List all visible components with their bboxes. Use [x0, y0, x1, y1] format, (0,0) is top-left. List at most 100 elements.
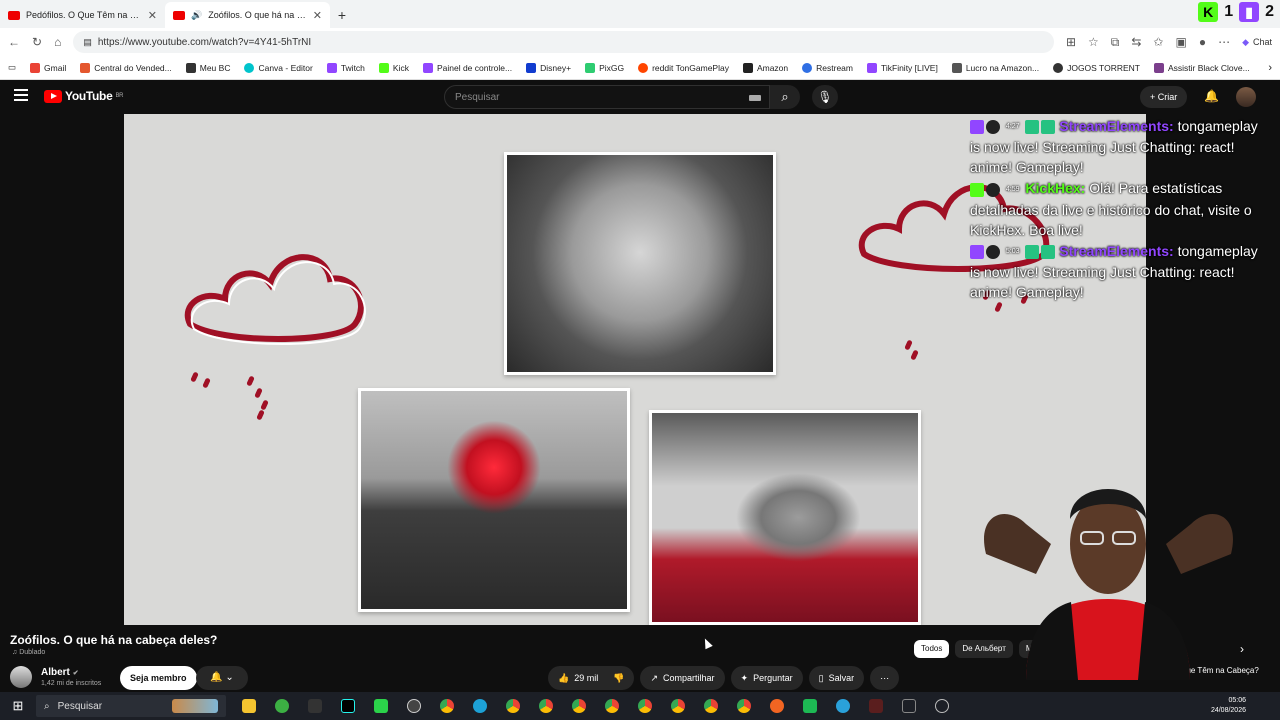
split-screen-icon[interactable]: ⇆ [1131, 35, 1141, 49]
more-icon[interactable]: ⋯ [1218, 35, 1230, 49]
youtube-logo[interactable]: YouTube BR [44, 89, 123, 103]
create-button[interactable]: + Criar [1140, 86, 1188, 108]
bookmark-canva[interactable]: Canva - Editor [244, 62, 313, 73]
bookmark-black-clover[interactable]: Assistir Black Clove... [1153, 62, 1250, 73]
bookmarks-menu-icon[interactable]: ▭ [8, 62, 16, 73]
edge-icon[interactable] [469, 697, 491, 715]
bookmark-meu-bc[interactable]: Meu BC [185, 62, 230, 73]
save-button[interactable]: ▯ Salvar [808, 666, 865, 690]
app-game-icon[interactable] [865, 697, 887, 715]
verified-icon: ✔ [72, 670, 79, 677]
avatar[interactable] [1236, 87, 1256, 107]
profile-icon[interactable]: ● [1199, 35, 1206, 49]
channel-avatar[interactable] [10, 666, 32, 688]
chrome-icon[interactable] [700, 697, 722, 715]
bookmark-pixgg[interactable]: PixGG [585, 62, 624, 73]
url-field[interactable]: ▤ https://www.youtube.com/watch?v=4Y41-5… [73, 31, 1054, 53]
tab-title: Pedófilos. O Que Têm na Cabeça? [26, 10, 142, 20]
back-icon[interactable]: ← [8, 35, 20, 49]
app-green-icon[interactable] [271, 697, 293, 715]
raindrop [256, 409, 265, 421]
bookmark-gmail[interactable]: Gmail [30, 62, 66, 73]
browser-tab-2[interactable]: 🔊 Zoófilos. O que há na cabeça ✕ [165, 2, 330, 28]
tiktok-icon[interactable] [337, 697, 359, 715]
bookmark-reddit[interactable]: reddit TonGamePlay [638, 62, 729, 73]
close-icon[interactable]: ✕ [313, 9, 322, 22]
close-icon[interactable]: ✕ [148, 9, 157, 22]
share-button[interactable]: ↗ Compartilhar [640, 666, 725, 690]
kick-icon[interactable]: K [1198, 2, 1219, 22]
chip-all[interactable]: Todos [914, 640, 950, 658]
bookmark-label: Canva - Editor [258, 62, 313, 73]
extensions-icon[interactable]: ⧉ [1111, 35, 1120, 50]
bookmark-label: reddit TonGamePlay [652, 62, 729, 73]
app-play-icon[interactable] [370, 697, 392, 715]
bookmark-amazon[interactable]: Amazon [742, 62, 788, 73]
home-icon[interactable]: ⌂ [54, 35, 61, 49]
chrome-icon[interactable] [733, 697, 755, 715]
favorite-star-icon[interactable]: ☆ [1088, 35, 1099, 49]
bookmark-restream[interactable]: Restream [802, 62, 853, 73]
copilot-chat-button[interactable]: ◆ Chat [1242, 37, 1272, 48]
chrome-icon[interactable] [634, 697, 656, 715]
kitten-litterbox-photo [649, 410, 921, 625]
bookmark-central-vendedor[interactable]: Central do Vended... [80, 62, 172, 73]
bookmark-label: Restream [816, 62, 853, 73]
app-teal-icon[interactable] [799, 697, 821, 715]
taskbar-search[interactable]: ⌕ Pesquisar [36, 695, 226, 717]
bookmark-kick[interactable]: Kick [378, 62, 409, 73]
system-clock[interactable]: 05:06 24/08/2026 [1211, 696, 1246, 716]
favorites-icon[interactable]: ✩ [1153, 35, 1163, 49]
bookmark-disney[interactable]: Disney+ [526, 62, 571, 73]
app-logo-icon[interactable] [931, 697, 953, 715]
twitch-icon[interactable]: ▮ [1239, 2, 1260, 22]
subscription-bell-button[interactable]: 🔔 ⌄ [196, 666, 248, 690]
telegram-icon[interactable] [832, 697, 854, 715]
chrome-icon[interactable] [601, 697, 623, 715]
red-cloud-drawing [184, 254, 366, 345]
chrome-icon[interactable] [568, 697, 590, 715]
chrome-icon[interactable] [436, 697, 458, 715]
ask-button[interactable]: ✦ Perguntar [730, 666, 803, 690]
app-pen-icon[interactable] [898, 697, 920, 715]
raindrop [246, 375, 255, 387]
channel-name[interactable]: Albert ✔ [41, 667, 79, 678]
apps-icon[interactable]: ⊞ [1066, 35, 1076, 49]
notifications-bell-icon[interactable]: 🔔 [1204, 89, 1219, 103]
chrome-icon[interactable] [535, 697, 557, 715]
new-tab-button[interactable]: + [330, 2, 354, 28]
voice-search-button[interactable]: 🎙 [812, 85, 838, 109]
search-button[interactable]: ⌕ [770, 85, 800, 109]
bookmark-tikfinity[interactable]: TikFinity [LIVE] [866, 62, 938, 73]
obs-icon[interactable] [403, 697, 425, 715]
speaker-icon[interactable]: 🔊 [191, 10, 202, 21]
twitch-icon [866, 62, 877, 73]
chrome-icon[interactable] [667, 697, 689, 715]
keyboard-icon[interactable] [749, 95, 761, 101]
twitch-icon [970, 244, 984, 259]
app-orange-icon[interactable] [766, 697, 788, 715]
menu-icon[interactable] [14, 89, 28, 101]
bookmark-jogos-torrent[interactable]: JOGOS TORRENT [1053, 62, 1140, 73]
search-input[interactable]: Pesquisar [444, 85, 770, 109]
reload-icon[interactable]: ↻ [32, 35, 42, 49]
like-button[interactable]: 👍 29 mil 👎 [548, 666, 635, 690]
raindrop [254, 387, 263, 399]
collections-icon[interactable]: ▣ [1175, 35, 1186, 49]
chat-label: Chat [1252, 37, 1272, 47]
chrome-icon[interactable] [502, 697, 524, 715]
file-explorer-icon[interactable] [238, 697, 260, 715]
browser-tab-1[interactable]: Pedófilos. O Que Têm na Cabeça? ✕ [0, 2, 165, 28]
bookmarks-overflow-icon[interactable]: › [1268, 62, 1272, 74]
join-member-button[interactable]: Seja membro [120, 666, 197, 690]
bookmark-twitch[interactable]: Twitch [326, 62, 365, 73]
taskbar-search-placeholder: Pesquisar [57, 700, 103, 712]
bookmark-painel[interactable]: Painel de controle... [422, 62, 512, 73]
app-dark-icon[interactable] [304, 697, 326, 715]
more-actions-button[interactable]: ⋯ [870, 666, 900, 690]
streamer-badge-icon [986, 244, 1000, 259]
page-info-icon[interactable]: ▤ [83, 37, 92, 48]
windows-start-icon[interactable]: ⊞ [0, 698, 36, 714]
bookmark-lucro-amazon[interactable]: Lucro na Amazon... [951, 62, 1039, 73]
thumbs-down-icon[interactable]: 👎 [613, 666, 624, 690]
